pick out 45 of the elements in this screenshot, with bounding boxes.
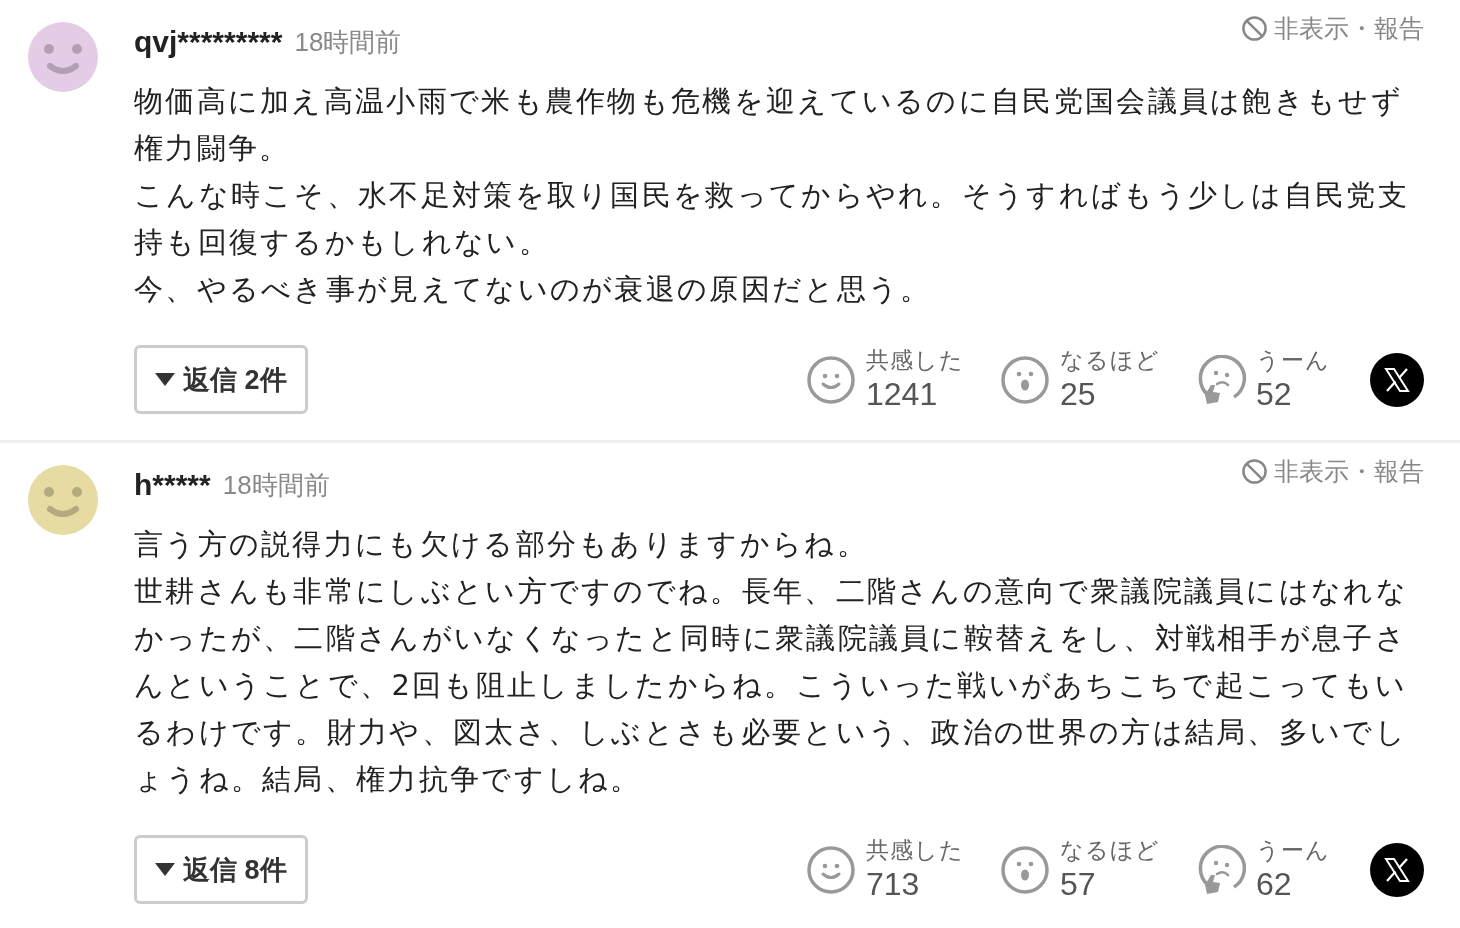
surprised-face-icon [1000, 354, 1050, 405]
reaction-count: 62 [1256, 868, 1293, 900]
share-x-button[interactable] [1370, 842, 1424, 897]
comment-paragraph: こんな時こそ、水不足対策を取り国民を救ってからやれ。そうすればもう少しは自民党支持も回復するかもしれない。 [134, 177, 1410, 261]
reaction-label: 共感した [866, 839, 964, 862]
hide-report-link[interactable]: 非表示・報告 [1241, 455, 1424, 488]
x-logo-icon [1384, 856, 1410, 883]
reaction-button[interactable] [806, 354, 856, 405]
replies-button[interactable]: 返信 8件 [134, 835, 308, 904]
reaction-count: 713 [866, 868, 921, 900]
user-name[interactable]: h***** [134, 468, 211, 502]
reaction-label: なるほど [1060, 839, 1160, 862]
reaction-count: 57 [1060, 868, 1097, 900]
reaction-label: なるほど [1060, 349, 1160, 372]
thinking-face-icon [1196, 844, 1246, 895]
reaction-button[interactable] [1196, 844, 1246, 895]
reaction-label: うーん [1256, 349, 1330, 372]
smile-icon [806, 844, 856, 895]
replies-button[interactable]: 返信 2件 [134, 345, 308, 414]
user-name[interactable]: qvj********* [134, 25, 283, 59]
reaction-count: 25 [1060, 378, 1097, 410]
comment-paragraph: 物価高に加え高温小雨で米も農作物も危機を迎えているのに自民党国会議員は飽きもせず権力闘争。 [134, 83, 1404, 167]
caret-icon [155, 862, 175, 877]
caret-icon [155, 372, 175, 387]
prohibited-icon [1241, 458, 1268, 485]
share-x-button[interactable] [1370, 352, 1424, 407]
post-time: 18時間前 [294, 25, 402, 59]
reaction-label: うーん [1256, 839, 1330, 862]
hide-report-link[interactable]: 非表示・報告 [1241, 12, 1424, 45]
comment-paragraph: 言う方の説得力にも欠ける部分もありますからね。 [134, 526, 869, 563]
reaction-label: 共感した [866, 349, 964, 372]
prohibited-icon [1241, 15, 1268, 42]
thinking-face-icon [1196, 354, 1246, 405]
x-logo-icon [1384, 366, 1410, 393]
reaction-button[interactable] [806, 844, 856, 895]
comment-paragraph: 今、やるべき事が見えてないのが衰退の原因だと思う。 [134, 271, 933, 308]
reaction-count: 1241 [866, 378, 939, 410]
reaction-button[interactable] [1000, 844, 1050, 895]
post-time: 18時間前 [222, 468, 330, 502]
smile-icon [806, 354, 856, 405]
reaction-count: 52 [1256, 378, 1293, 410]
reaction-button[interactable] [1000, 354, 1050, 405]
reaction-button[interactable] [1196, 354, 1246, 405]
surprised-face-icon [1000, 844, 1050, 895]
comment-paragraph: 世耕さんも非常にしぶとい方ですのでね。長年、二階さんの意向で衆議院議員にはなれなかったが、二階さんがいなくなったと同時に衆議院議員に鞍替えをし、対戦相手が息子さんということで、2回も阻止しましたからね。こういった戦いがあちこちで起こってもいるわけです。財力や、図太さ、しぶとさも必要という、政治の世界の方は結局、多いでしょうね。結局、権力抗争ですしね。 [134, 573, 1409, 798]
